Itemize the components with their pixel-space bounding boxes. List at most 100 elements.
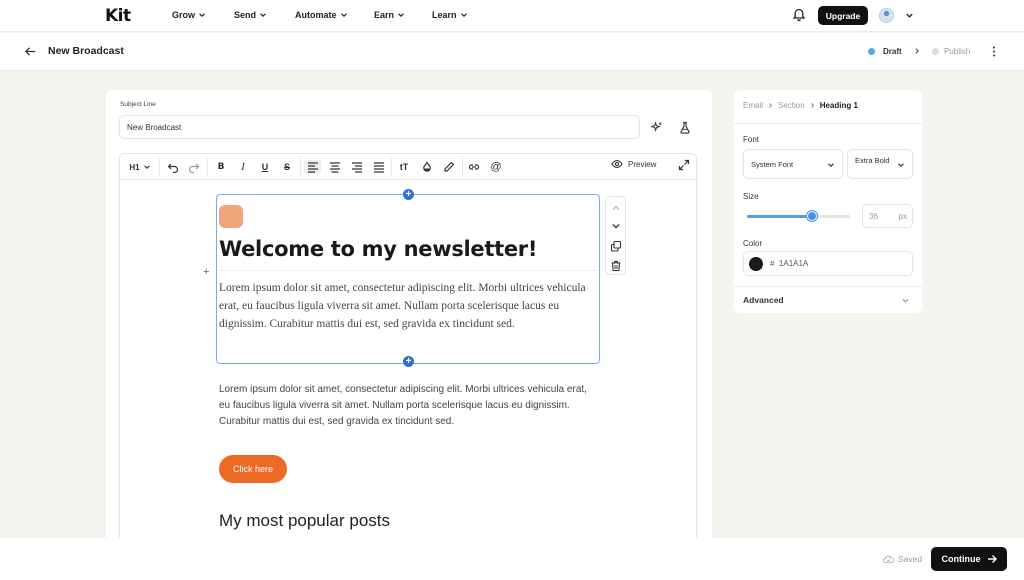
strikethrough-button[interactable]: S <box>280 160 294 174</box>
chevron-up-icon[interactable] <box>610 202 622 214</box>
avatar[interactable] <box>879 8 894 23</box>
nav-label: Automate <box>295 10 337 20</box>
align-left-button[interactable] <box>304 160 321 174</box>
align-right-button[interactable] <box>350 160 364 174</box>
align-justify-icon <box>374 162 384 173</box>
size-input[interactable]: 36 px <box>862 204 913 228</box>
link-icon <box>468 164 480 170</box>
font-family-select[interactable]: System Font <box>743 149 843 179</box>
divider <box>734 123 922 124</box>
color-input[interactable]: # 1A1A1A <box>743 251 913 276</box>
chevron-down-icon[interactable] <box>905 11 914 20</box>
redo-icon <box>188 163 200 173</box>
highlight-button[interactable] <box>442 160 456 174</box>
nav-earn[interactable]: Earn <box>374 10 405 20</box>
font-weight-select[interactable]: Extra Bold <box>847 149 913 179</box>
breadcrumb: Email Section Heading 1 <box>743 101 858 110</box>
heading-level-value: H1 <box>129 162 140 172</box>
eye-icon <box>611 159 623 169</box>
kit-logo[interactable]: Kit <box>105 6 131 26</box>
step-publish[interactable]: Publish <box>944 47 970 56</box>
undo-icon <box>167 163 179 173</box>
italic-button[interactable]: I <box>236 160 250 174</box>
text-size-button[interactable]: tT <box>396 160 412 174</box>
preview-button[interactable]: Preview <box>611 158 656 170</box>
chevron-right-icon <box>810 103 814 108</box>
continue-button[interactable]: Continue <box>931 547 1007 571</box>
nav-label: Send <box>234 10 257 20</box>
divider <box>219 270 597 271</box>
bold-icon: B <box>217 162 225 172</box>
footer-bar <box>0 538 1024 580</box>
font-weight-value: Extra Bold <box>855 156 890 165</box>
saved-label: Saved <box>898 554 923 564</box>
mention-button[interactable]: @ <box>489 160 503 174</box>
color-swatch[interactable] <box>749 257 763 271</box>
size-value: 36 <box>869 212 878 221</box>
expand-icon[interactable] <box>678 159 690 171</box>
add-block-below-icon[interactable]: + <box>403 356 414 367</box>
breadcrumb-email[interactable]: Email <box>743 101 763 110</box>
cloud-check-icon <box>883 555 894 563</box>
body-paragraph[interactable]: Lorem ipsum dolor sit amet, consectetur … <box>219 382 599 430</box>
subject-line-input[interactable] <box>119 115 640 139</box>
align-left-icon <box>307 162 318 173</box>
nav-label: Earn <box>374 10 395 20</box>
advanced-toggle[interactable]: Advanced <box>743 295 784 305</box>
newsletter-heading[interactable]: Welcome to my newsletter! <box>219 237 537 261</box>
size-unit: px <box>898 212 907 221</box>
underline-button[interactable]: U <box>258 160 272 174</box>
undo-button[interactable] <box>166 160 180 174</box>
text-color-button[interactable] <box>420 160 434 174</box>
chevron-down-icon <box>199 13 205 18</box>
nav-automate[interactable]: Automate <box>295 10 348 20</box>
publish-status-dot <box>932 48 939 55</box>
chevron-down-icon <box>260 13 266 18</box>
saved-status: Saved <box>883 554 922 564</box>
text-size-icon: tT <box>399 162 409 172</box>
insert-plus-icon[interactable]: + <box>203 266 209 278</box>
align-center-button[interactable] <box>328 160 342 174</box>
popular-posts-heading[interactable]: My most popular posts <box>219 511 390 531</box>
italic-icon: I <box>241 161 245 173</box>
hash-symbol: # <box>770 259 775 268</box>
nav-label: Grow <box>172 10 196 20</box>
link-button[interactable] <box>467 160 481 174</box>
chevron-down-icon[interactable] <box>610 220 622 232</box>
upgrade-button[interactable]: Upgrade <box>818 6 868 25</box>
ai-sparkle-icon[interactable] <box>650 121 663 134</box>
bold-button[interactable]: B <box>214 160 228 174</box>
draft-status-dot <box>868 48 875 55</box>
breadcrumb-heading: Heading 1 <box>819 101 858 110</box>
align-right-icon <box>352 162 362 173</box>
add-block-above-icon[interactable]: + <box>403 189 414 200</box>
preview-label: Preview <box>628 159 657 169</box>
more-vertical-icon[interactable] <box>990 45 998 58</box>
redo-button[interactable] <box>187 160 201 174</box>
align-center-icon <box>330 162 340 173</box>
nav-send[interactable]: Send <box>234 10 267 20</box>
bell-icon[interactable] <box>792 8 806 22</box>
heading-level-select[interactable]: H1 <box>126 160 154 174</box>
nav-grow[interactable]: Grow <box>172 10 206 20</box>
chevron-down-icon <box>828 163 834 168</box>
size-slider-handle[interactable] <box>807 211 817 221</box>
chevron-down-icon[interactable] <box>901 296 910 305</box>
size-slider-fill <box>747 215 812 218</box>
step-draft[interactable]: Draft <box>883 47 902 56</box>
trash-icon[interactable] <box>610 260 622 272</box>
flask-icon[interactable] <box>679 121 691 134</box>
newsletter-logo[interactable] <box>219 205 243 228</box>
nav-learn[interactable]: Learn <box>432 10 468 20</box>
back-arrow-icon[interactable] <box>24 45 37 58</box>
underline-icon: U <box>261 162 269 172</box>
breadcrumb-section[interactable]: Section <box>778 101 805 110</box>
color-hex-value: # 1A1A1A <box>770 259 808 268</box>
chevron-down-icon <box>460 13 467 18</box>
duplicate-icon[interactable] <box>610 240 622 252</box>
intro-paragraph[interactable]: Lorem ipsum dolor sit amet, consectetur … <box>219 279 595 333</box>
pen-icon <box>444 161 455 172</box>
align-justify-button[interactable] <box>372 160 386 174</box>
click-here-button[interactable]: Click here <box>219 455 287 483</box>
nav-label: Learn <box>432 10 457 20</box>
